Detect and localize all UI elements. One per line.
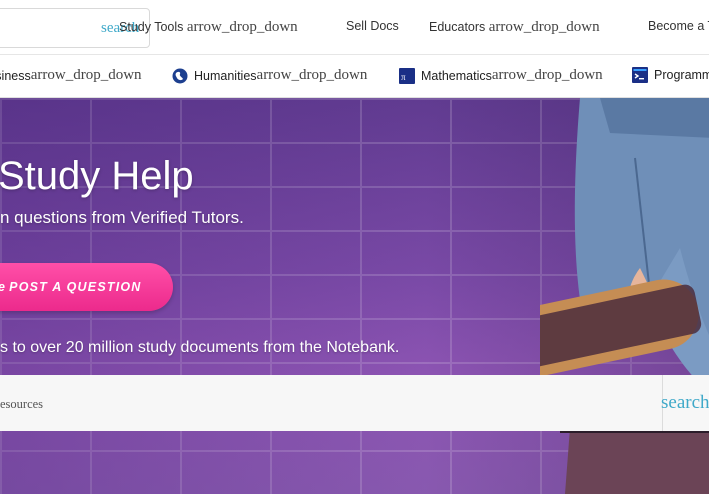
category-business-label: Business (0, 68, 31, 83)
resource-search-placeholder: esources (0, 397, 44, 411)
category-programming-label: Programm (654, 68, 709, 82)
category-humanities-label: Humanities (194, 68, 257, 83)
category-mathematics[interactable]: π Mathematics arrow_drop_down (399, 67, 603, 84)
category-bar: Businessarrow_drop_down Humanitiesarrow_… (0, 55, 709, 97)
cta-label: POST A QUESTION (9, 280, 142, 294)
resource-search-button[interactable]: search (661, 392, 709, 414)
chevron-down-icon: arrow_drop_down (488, 19, 600, 35)
svg-text:π: π (401, 72, 406, 82)
chevron-down-icon: arrow_drop_down (491, 67, 603, 83)
hero-banner: Study Help n questions from Verified Tut… (0, 98, 709, 494)
post-question-button[interactable]: e POST A QUESTION (0, 263, 173, 311)
resource-search-bar: esources search (0, 375, 709, 431)
person-with-skateboard-image (540, 98, 709, 494)
math-icon: π (399, 67, 415, 84)
chevron-down-icon: arrow_drop_down (30, 67, 142, 83)
chevron-down-icon: arrow_drop_down (186, 19, 298, 35)
category-mathematics-label: Mathematics (421, 68, 492, 83)
nav-educators[interactable]: Educators arrow_drop_down (429, 19, 600, 36)
hero-subtitle: n questions from Verified Tutors. (0, 208, 244, 227)
hero-note: s to over 20 million study documents fro… (0, 339, 400, 356)
nav-sell-docs-label: Sell Docs (346, 19, 399, 33)
top-navigation: search Study Tools arrow_drop_down Sell … (0, 0, 709, 54)
nav-study-tools-label: Study Tools (119, 20, 187, 34)
category-programming[interactable]: Programm (632, 67, 709, 83)
category-humanities[interactable]: Humanities arrow_drop_down (172, 67, 367, 84)
globe-icon (172, 68, 188, 83)
nav-become-tutor[interactable]: Become a T (648, 19, 709, 33)
chevron-down-icon: arrow_drop_down (256, 67, 368, 83)
hero-title: Study Help (0, 154, 194, 198)
resource-search-input[interactable]: esources (0, 375, 663, 431)
nav-sell-docs[interactable]: Sell Docs (346, 19, 399, 33)
cta-prefix: e (0, 280, 6, 294)
nav-study-tools[interactable]: Study Tools arrow_drop_down (119, 19, 298, 36)
nav-educators-label: Educators (429, 20, 489, 34)
category-business[interactable]: Businessarrow_drop_down (0, 67, 142, 84)
nav-become-tutor-label: Become a T (648, 19, 709, 33)
terminal-icon (632, 67, 648, 83)
